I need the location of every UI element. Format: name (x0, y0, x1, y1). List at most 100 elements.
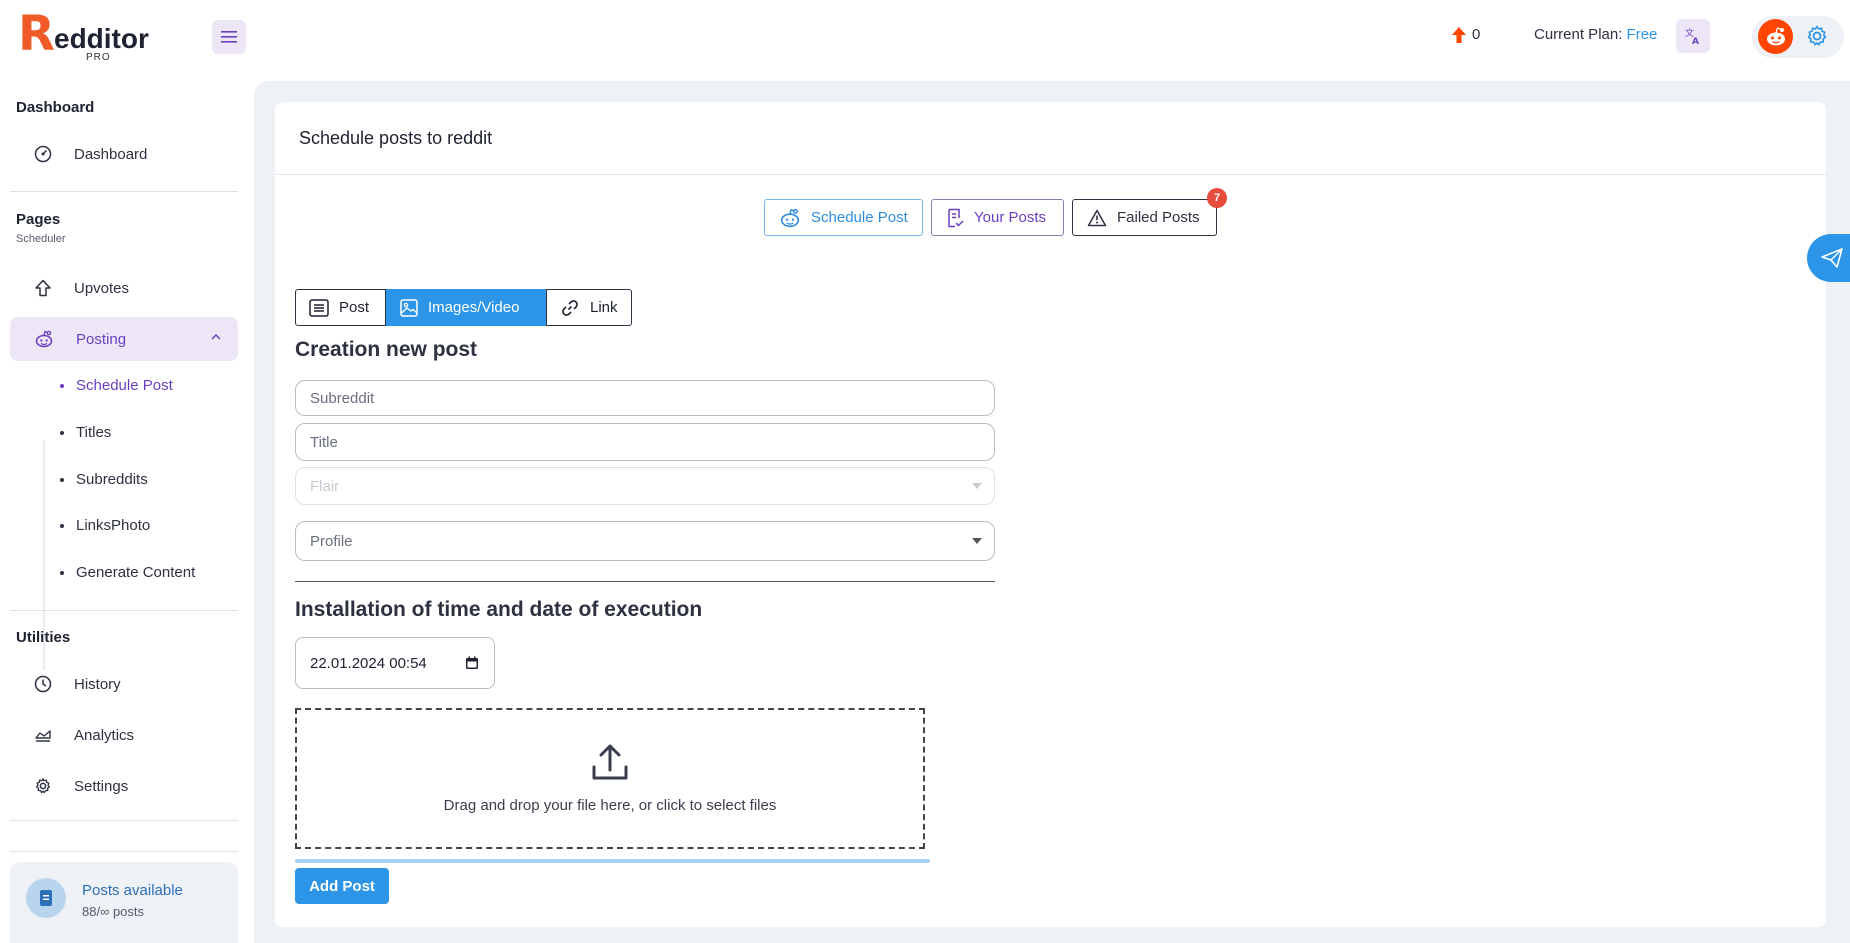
submenu-item-titles[interactable]: Titles (60, 424, 111, 441)
telegram-button[interactable] (1807, 234, 1850, 282)
schedule-heading: Installation of time and date of executi… (295, 598, 703, 621)
submenu-item-label: Titles (76, 424, 112, 441)
section-title-pages: Pages (16, 211, 61, 228)
submenu-item-label: Schedule Post (76, 377, 173, 394)
type-images-video-button[interactable]: Images/Video (386, 289, 546, 326)
submenu-item-label: Subreddits (76, 471, 148, 488)
divider (275, 174, 1826, 175)
menu-toggle-button[interactable] (212, 20, 246, 54)
add-post-button[interactable]: Add Post (295, 868, 389, 904)
chart-area-icon (35, 730, 51, 742)
posts-available-card: Posts available 88/∞ posts (10, 862, 238, 943)
page-title: Schedule posts to reddit (299, 128, 493, 148)
tab-label: Schedule Post (811, 209, 908, 226)
sidebar-item-label: Posting (76, 330, 127, 348)
divider (10, 851, 238, 852)
svg-text:A: A (1692, 37, 1699, 45)
translate-icon: 文A (1685, 27, 1699, 45)
sidebar-item-settings[interactable]: Settings (10, 764, 238, 808)
upload-progress-bar (295, 859, 930, 863)
tab-label: Failed Posts (1117, 209, 1200, 226)
datetime-value: 22.01.2024 00:54 (310, 654, 427, 672)
upvote-counter: 0 (1452, 26, 1480, 43)
current-plan: Current Plan: Free (1534, 26, 1657, 43)
sidebar-item-label: History (74, 675, 121, 693)
section-subtitle-pages: Scheduler (16, 233, 66, 245)
type-label: Link (590, 299, 618, 316)
reddit-avatar[interactable] (1758, 19, 1793, 54)
file-dropzone[interactable]: Drag and drop your file here, or click t… (295, 708, 925, 849)
speedometer-icon (34, 145, 52, 163)
posts-available-title: Posts available (82, 882, 183, 899)
title-placeholder: Title (310, 433, 338, 451)
submenu-item-label: Generate Content (76, 564, 196, 581)
plan-label: Current Plan: (1534, 26, 1623, 43)
logo[interactable]: R edditor PRO (18, 6, 168, 63)
logo-text: edditor (54, 23, 149, 54)
sidebar-item-analytics[interactable]: Analytics (10, 713, 238, 757)
submenu-item-subreddits[interactable]: Subreddits (60, 471, 148, 488)
divider (10, 820, 238, 821)
paper-plane-icon (1821, 248, 1843, 268)
subreddit-input[interactable]: Subreddit (295, 380, 995, 416)
document-check-icon (948, 208, 964, 227)
type-label: Post (339, 299, 370, 316)
sidebar-item-history[interactable]: History (10, 662, 238, 706)
sidebar-item-posting[interactable]: Posting (10, 317, 238, 361)
divider (10, 610, 238, 611)
bullet (60, 523, 64, 528)
bullet (60, 383, 64, 388)
document-icon (26, 878, 66, 918)
failed-posts-badge: 7 (1207, 188, 1227, 208)
creation-heading: Creation new post (295, 338, 478, 361)
logo-pro-label: PRO (86, 52, 111, 63)
reddit-icon (1766, 26, 1785, 45)
tab-failed-posts[interactable]: Failed Posts (1072, 199, 1217, 236)
language-button[interactable]: 文A (1676, 19, 1710, 53)
sidebar-item-label: Analytics (74, 726, 135, 744)
warning-icon (1087, 209, 1107, 226)
profile-placeholder: Profile (310, 532, 353, 550)
sidebar-item-label: Dashboard (74, 145, 148, 163)
type-label: Images/Video (428, 299, 520, 316)
post-type-group: Post Images/Video Link (295, 289, 632, 327)
plan-value[interactable]: Free (1627, 26, 1658, 43)
caret-down-icon (972, 483, 982, 489)
sidebar-item-upvotes[interactable]: Upvotes (10, 266, 238, 310)
type-link-button[interactable]: Link (546, 289, 632, 326)
datetime-input[interactable]: 22.01.2024 00:54 (295, 637, 495, 689)
arrow-up-icon (1452, 26, 1466, 43)
chevron-up-icon (211, 333, 221, 340)
upload-icon (592, 744, 628, 780)
upvote-count: 0 (1472, 26, 1481, 43)
bullet (60, 570, 64, 575)
top-bar: R edditor PRO 0 Current Plan: Free 文A (0, 0, 1850, 72)
type-post-button[interactable]: Post (295, 289, 386, 326)
clock-icon (34, 675, 52, 693)
section-title-utilities: Utilities (16, 629, 71, 646)
sidebar: Dashboard Dashboard Pages Scheduler Upvo… (0, 72, 250, 943)
text-lines-icon (309, 298, 329, 317)
submenu-item-generate-content[interactable]: Generate Content (60, 564, 195, 581)
gear-icon (1807, 25, 1827, 46)
submenu-item-linksphoto[interactable]: LinksPhoto (60, 517, 150, 534)
sidebar-item-dashboard[interactable]: Dashboard (10, 132, 238, 176)
gear-icon (35, 778, 51, 794)
logo-letter: R (18, 6, 55, 62)
profile-select[interactable]: Profile (295, 521, 995, 561)
submenu-item-schedule-post[interactable]: Schedule Post (60, 377, 173, 394)
title-input[interactable]: Title (295, 423, 995, 461)
bullet (60, 430, 64, 435)
bullet (60, 477, 64, 482)
tab-label: Your Posts (974, 209, 1046, 226)
submenu-item-label: LinksPhoto (76, 517, 151, 534)
sidebar-item-label: Settings (74, 777, 129, 795)
calendar-icon[interactable] (465, 656, 479, 670)
tab-schedule-post[interactable]: Schedule Post (764, 199, 923, 236)
sidebar-item-label: Upvotes (74, 279, 130, 297)
arrow-up-outline-icon (35, 279, 51, 297)
settings-gear-button[interactable] (1805, 24, 1829, 53)
tab-your-posts[interactable]: Your Posts (931, 199, 1064, 236)
hamburger-icon (221, 31, 237, 43)
flair-select: Flair (295, 467, 995, 505)
